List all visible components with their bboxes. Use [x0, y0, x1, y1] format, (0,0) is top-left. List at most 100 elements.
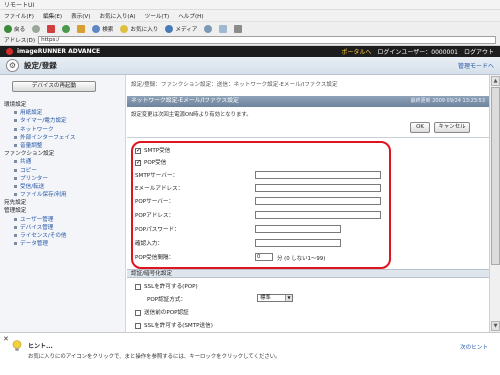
refresh-button[interactable] [62, 24, 71, 33]
last-updated: 最終更新 2009 09/24 13:23:53 [410, 98, 485, 104]
smtp-receive-checkbox[interactable] [135, 147, 141, 154]
restart-device-button[interactable]: デバイスの再起動 [12, 81, 96, 92]
next-hint-link[interactable]: 次のヒント [460, 343, 488, 351]
sidebar-item-user-mgmt[interactable]: ユーザー管理 [4, 216, 124, 224]
ssl-smtp-checkbox[interactable] [135, 322, 141, 329]
scroll-thumb[interactable] [491, 87, 500, 265]
section-title: ネットワーク設定-Eメール/Iファクス設定 [131, 98, 239, 104]
sidebar-item-interface[interactable]: 外部インターフェイス [4, 134, 124, 142]
pop-auth-select[interactable]: 標準 ▼ [257, 294, 293, 302]
menu-edit[interactable]: 編集(E) [43, 12, 62, 20]
bullet-icon [14, 111, 17, 115]
sidebar-item-timer[interactable]: タイマー/電力設定 [4, 117, 124, 125]
ssl-pop-checkbox[interactable] [135, 283, 141, 290]
address-bar: アドレス(D) https:/ [0, 35, 500, 46]
mail-button[interactable] [219, 24, 228, 33]
sidebar-nav: 環境設定 用紙設定 タイマー/電力設定 ネットワーク 外部インターフェイス 音量… [4, 101, 170, 329]
search-icon [92, 24, 101, 33]
sidebar-group-preferences[interactable]: 環境設定 [4, 101, 124, 109]
smtp-server-input[interactable] [255, 171, 381, 179]
sidebar-item-volume[interactable]: 音量調整 [4, 142, 124, 150]
app-header: imageRUNNER ADVANCE ポータルへ ログインユーザー：00000… [0, 46, 500, 57]
history-button[interactable] [204, 24, 213, 33]
pop-server-label: POPサーバー： [135, 199, 175, 205]
menu-file[interactable]: ファイル(F) [4, 12, 34, 20]
bullet-icon [14, 184, 17, 188]
email-address-label: Eメールアドレス： [135, 186, 184, 192]
sidebar-item-printer[interactable]: プリンター [4, 175, 124, 183]
forward-button[interactable] [32, 24, 41, 33]
media-icon [165, 24, 174, 33]
auth-section-header: 認証/暗号化設定 [127, 269, 489, 278]
home-button[interactable] [77, 24, 86, 33]
sidebar-item-device-mgmt[interactable]: デバイス管理 [4, 224, 124, 232]
cancel-button[interactable]: キャンセル [434, 122, 470, 133]
highlight-box [131, 141, 391, 269]
confirm-label: 確認入力： [135, 241, 163, 247]
portal-link[interactable]: ポータルへ [341, 47, 371, 56]
pop-before-smtp-checkbox[interactable] [135, 309, 141, 316]
sidebar-item-data-mgmt[interactable]: データ管理 [4, 240, 124, 248]
sidebar-item-network[interactable]: ネットワーク [4, 126, 124, 134]
sidebar-group-management[interactable]: 管理設定 [4, 207, 124, 215]
vertical-scrollbar[interactable]: ▲ ▼ [489, 75, 500, 332]
pop-password-input[interactable] [255, 225, 341, 233]
menu-tools[interactable]: ツール(T) [145, 12, 170, 20]
scroll-down-icon[interactable]: ▼ [491, 321, 500, 331]
browser-toolbar: 戻る 検索 お気に入り メディア [0, 21, 500, 35]
sidebar-item-license[interactable]: ライセンス/その他 [4, 232, 124, 240]
close-icon[interactable]: ✕ [3, 335, 9, 343]
smtp-receive-row: SMTP受信 [135, 146, 170, 154]
restart-note: 設定変更は次回主電源ON時より有効となります。 [131, 112, 252, 118]
sidebar-item-store[interactable]: ファイル保存/利用 [4, 191, 124, 199]
email-address-input[interactable] [255, 184, 381, 192]
sidebar-group-destination[interactable]: 宛先設定 [4, 199, 124, 207]
pop-receive-checkbox[interactable] [135, 159, 141, 166]
pop-server-input[interactable] [255, 197, 381, 205]
ok-button[interactable]: OK [410, 122, 430, 133]
history-icon [204, 24, 213, 33]
hint-panel: ✕ ヒント... お気に入りにのアイコンをクリックで、まと操作を参照するには、キ… [0, 332, 500, 375]
divider [127, 137, 489, 138]
bullet-icon [14, 193, 17, 197]
bullet-icon [14, 160, 17, 164]
scroll-up-icon[interactable]: ▲ [491, 76, 500, 86]
print-button[interactable] [234, 24, 243, 33]
hint-title: ヒント... [28, 343, 53, 350]
bullet-icon [14, 168, 17, 172]
sidebar-item-paper[interactable]: 用紙設定 [4, 109, 124, 117]
menu-help[interactable]: ヘルプ(H) [178, 12, 203, 20]
menu-favorites[interactable]: お気に入り(A) [99, 12, 135, 20]
search-button[interactable]: 検索 [92, 24, 113, 33]
pop-address-input[interactable] [255, 211, 381, 219]
sidebar-item-receive[interactable]: 受信/転送 [4, 183, 124, 191]
logout-link[interactable]: ログアウト [464, 47, 494, 56]
sidebar-item-common[interactable]: 共通 [4, 158, 124, 166]
stop-button[interactable] [47, 24, 56, 33]
sidebar-item-copy[interactable]: コピー [4, 167, 124, 175]
media-button[interactable]: メディア [165, 24, 197, 33]
main-content: 設定/登録：ファンクション設定：送信：ネットワーク設定-Eメール/Iファクス設定… [127, 75, 489, 332]
bullet-icon [14, 143, 17, 147]
favorites-button[interactable]: お気に入り [120, 24, 158, 33]
hint-text: お気に入りにのアイコンをクリックで、まと操作を参照するには、キーロックをクリック… [28, 354, 281, 360]
back-button[interactable]: 戻る [4, 24, 25, 33]
gear-icon: ⚙ [6, 59, 19, 72]
stop-icon [47, 24, 56, 33]
page-header: ⚙ 設定/登録 管理モードへ [0, 57, 500, 75]
product-name: imageRUNNER ADVANCE [17, 48, 101, 55]
pop-interval-input[interactable]: 0 [255, 253, 273, 261]
ssl-smtp-row: SSLを許可する(SMTP送信) [135, 321, 213, 329]
bullet-icon [14, 176, 17, 180]
pop-receive-row: POP受信 [135, 158, 166, 166]
address-input[interactable]: https:/ [38, 36, 496, 44]
sidebar-group-function[interactable]: ファンクション設定 [4, 150, 124, 158]
bullet-icon [14, 119, 17, 123]
menubar: ファイル(F) 編集(E) 表示(V) お気に入り(A) ツール(T) ヘルプ(… [0, 10, 500, 21]
management-mode-link[interactable]: 管理モードへ [458, 61, 494, 70]
confirm-password-input[interactable] [255, 239, 341, 247]
menu-view[interactable]: 表示(V) [71, 12, 90, 20]
lightbulb-icon [12, 340, 22, 351]
breadcrumb: 設定/登録：ファンクション設定：送信：ネットワーク設定-Eメール/Iファクス設定 [131, 82, 338, 88]
pop-interval-label: POP受信間隔： [135, 255, 175, 261]
